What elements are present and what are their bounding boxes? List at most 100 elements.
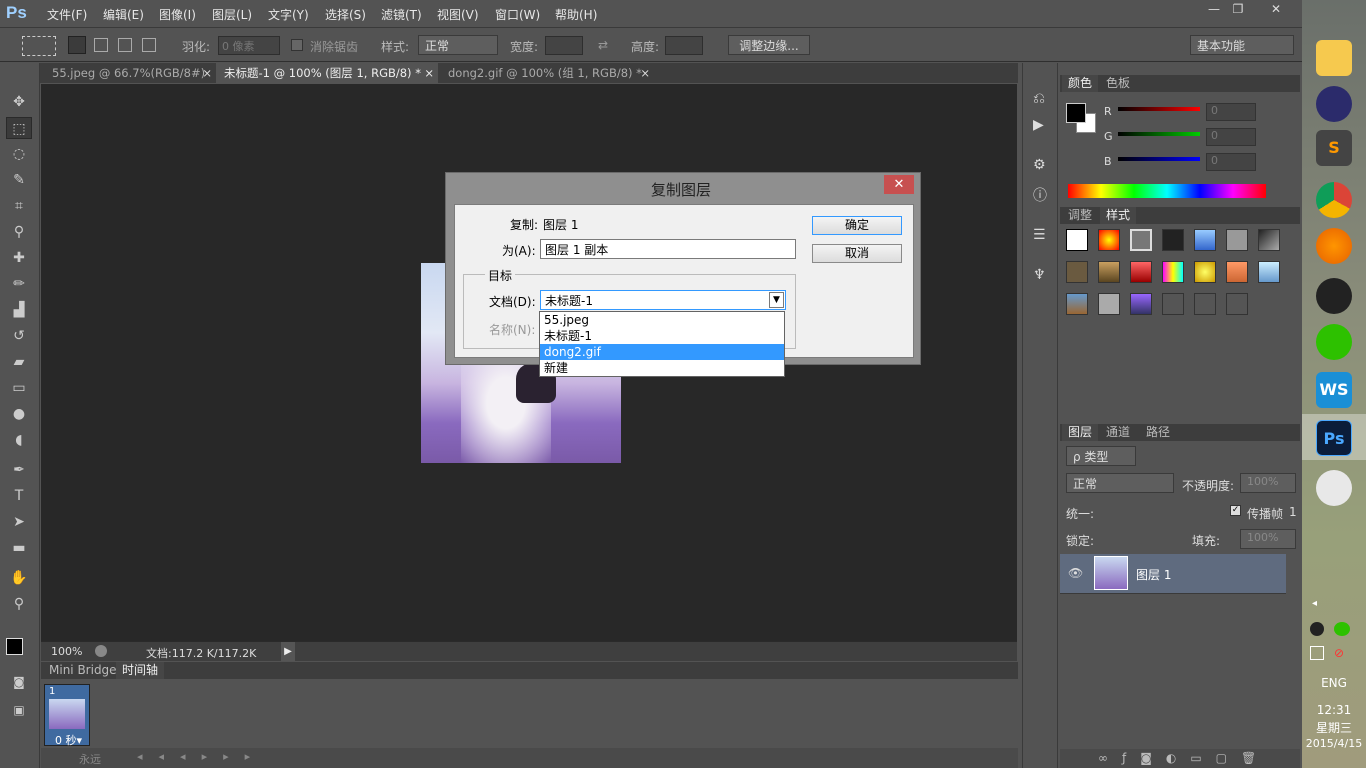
style-swatch[interactable] (1098, 293, 1120, 315)
status-menu-arrow-icon[interactable]: ▶ (281, 642, 295, 661)
new-selection-icon[interactable] (68, 36, 86, 54)
loop-select[interactable]: 永远 (79, 751, 101, 767)
eyedropper-tool-icon[interactable]: ⚲ (6, 221, 32, 243)
qq-icon[interactable] (1316, 278, 1352, 314)
style-swatch[interactable] (1130, 229, 1152, 251)
blur-tool-icon[interactable]: ● (6, 403, 32, 425)
type-tool-icon[interactable]: T (6, 485, 32, 507)
tab-close-icon[interactable]: × (202, 63, 212, 83)
tab-swatches[interactable]: 色板 (1100, 75, 1136, 92)
menu-file[interactable]: 文件(F) (47, 6, 87, 23)
style-swatch[interactable] (1130, 293, 1152, 315)
dropdown-option[interactable]: 未标题-1 (540, 328, 784, 344)
style-swatch[interactable] (1162, 293, 1184, 315)
style-swatch[interactable] (1066, 293, 1088, 315)
layer-name[interactable]: 图层 1 (1136, 566, 1171, 583)
r-input[interactable]: 0 (1206, 103, 1256, 121)
photoshop-taskbar-icon[interactable]: Ps (1316, 420, 1352, 456)
file-explorer-icon[interactable] (1316, 40, 1352, 76)
dropdown-option[interactable]: 新建 (540, 360, 784, 376)
style-swatch[interactable] (1130, 261, 1152, 283)
workspace-select[interactable]: 基本功能 (1190, 35, 1294, 55)
hand-tool-icon[interactable]: ✋ (6, 567, 32, 589)
visibility-eye-icon[interactable]: 👁 (1068, 566, 1083, 580)
tab-color[interactable]: 颜色 (1062, 75, 1099, 92)
g-input[interactable]: 0 (1206, 128, 1256, 146)
refine-edge-button[interactable]: 调整边缘... (728, 35, 810, 55)
marquee-tool-icon[interactable]: ⬚ (6, 117, 32, 139)
tray-network-icon[interactable] (1310, 646, 1324, 660)
subtract-selection-icon[interactable] (118, 38, 132, 52)
style-swatch[interactable] (1162, 229, 1184, 251)
g-slider[interactable] (1118, 132, 1200, 136)
width-input[interactable] (545, 36, 583, 55)
style-swatch[interactable] (1194, 261, 1216, 283)
chrome-icon[interactable] (1316, 182, 1352, 218)
properties-icon[interactable]: ☰ (1033, 227, 1046, 243)
tray-volume-muted-icon[interactable]: ⊘ (1334, 646, 1350, 660)
menu-select[interactable]: 选择(S) (325, 6, 366, 23)
healing-brush-icon[interactable]: ✚ (6, 247, 32, 269)
blend-mode-select[interactable]: 正常 (1066, 473, 1174, 493)
layer-filter-select[interactable]: ρ 类型 (1066, 446, 1136, 466)
tab-styles[interactable]: 样式 (1100, 207, 1137, 224)
b-input[interactable]: 0 (1206, 153, 1256, 171)
zoom-level[interactable]: 100% (51, 645, 82, 658)
firefox-icon[interactable] (1316, 228, 1352, 264)
style-swatch[interactable] (1098, 261, 1120, 283)
style-swatch[interactable] (1258, 229, 1280, 251)
tray-qq-icon[interactable] (1310, 622, 1324, 636)
b-slider[interactable] (1118, 157, 1200, 161)
quick-select-tool-icon[interactable]: ✎ (6, 169, 32, 191)
tab-layers[interactable]: 图层 (1062, 424, 1099, 441)
fill-input[interactable]: 100% (1240, 529, 1296, 549)
tab-mini-bridge[interactable]: Mini Bridge (43, 662, 123, 679)
marquee-tool-preset-icon[interactable] (22, 36, 56, 56)
zoom-tool-icon[interactable]: ⚲ (6, 593, 32, 615)
pen-tool-icon[interactable]: ✒ (6, 459, 32, 481)
menu-filter[interactable]: 滤镜(T) (381, 6, 422, 23)
add-selection-icon[interactable] (94, 38, 108, 52)
actions-play-icon[interactable]: ▶ (1033, 117, 1044, 133)
style-swatch[interactable] (1226, 229, 1248, 251)
menu-edit[interactable]: 编辑(E) (103, 6, 144, 23)
layer-row[interactable]: 👁 图层 1 (1060, 554, 1286, 594)
input-language[interactable]: ENG (1302, 676, 1366, 690)
menu-help[interactable]: 帮助(H) (555, 6, 597, 23)
gradient-tool-icon[interactable]: ▭ (6, 377, 32, 399)
doc-select[interactable]: 未标题-1 ▼ (540, 290, 786, 310)
tab-paths[interactable]: 路径 (1140, 424, 1176, 441)
as-input[interactable]: 图层 1 副本 (540, 239, 796, 259)
info-icon[interactable]: ⓘ (1033, 185, 1047, 205)
style-swatch[interactable] (1226, 261, 1248, 283)
tray-expand-icon[interactable]: ◂ (1312, 598, 1317, 609)
style-swatch[interactable] (1194, 229, 1216, 251)
chevron-down-icon[interactable]: ▼ (769, 292, 784, 308)
clock-time[interactable]: 12:31 (1302, 703, 1366, 717)
dropdown-option[interactable]: 55.jpeg (540, 312, 784, 328)
tab-close-icon[interactable]: × (640, 63, 650, 83)
frame-delay[interactable]: 0 秒▾ (55, 732, 82, 748)
cancel-button[interactable]: 取消 (812, 244, 902, 263)
tab-55jpeg[interactable]: 55.jpeg @ 66.7%(RGB/8#) × (44, 63, 216, 83)
eclipse-icon[interactable] (1316, 86, 1352, 122)
tab-close-icon[interactable]: × (424, 63, 434, 83)
style-select[interactable]: 正常 (418, 35, 498, 55)
ok-button[interactable]: 确定 (812, 216, 902, 235)
layer-comps-icon[interactable]: ⚙ (1033, 157, 1046, 173)
dialog-close-icon[interactable]: ✕ (884, 175, 914, 194)
tab-adjustments[interactable]: 调整 (1062, 207, 1098, 224)
tab-channels[interactable]: 通道 (1100, 424, 1136, 441)
opacity-input[interactable]: 100% (1240, 473, 1296, 493)
rectangle-tool-icon[interactable]: ▬ (6, 537, 32, 559)
feather-input[interactable]: 0 像素 (218, 36, 280, 55)
history-icon[interactable]: ⎌ (1033, 89, 1045, 107)
quick-mask-icon[interactable]: ◙ (6, 671, 32, 693)
r-slider[interactable] (1118, 107, 1200, 111)
style-swatch[interactable] (1194, 293, 1216, 315)
wechat-icon[interactable] (1316, 324, 1352, 360)
restore-button[interactable]: ❐ (1222, 0, 1254, 18)
tray-wechat-icon[interactable] (1334, 622, 1350, 636)
intersect-selection-icon[interactable] (142, 38, 156, 52)
crop-tool-icon[interactable]: ⌗ (6, 195, 32, 217)
